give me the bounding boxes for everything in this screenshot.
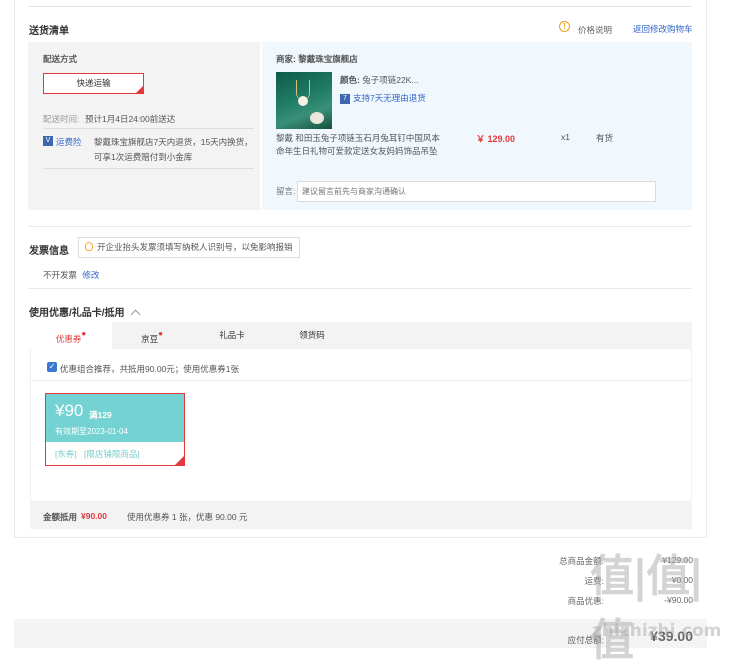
shipping-heading: 配送方式 [43, 54, 78, 64]
insurance-desc-2: 可享1次运费赔付到小金库 [94, 152, 193, 162]
discount-title: 使用优惠/礼品卡/抵用 [29, 304, 141, 320]
invoice-tip-text: 开企业抬头发票须填写纳税人识别号，以免影响报销 [97, 242, 293, 252]
tab-dot: ● [81, 329, 87, 338]
tab-jingdou[interactable]: 京豆● [112, 322, 192, 349]
tab-giftcard-label: 礼品卡 [219, 330, 245, 340]
lightbulb-icon [85, 242, 93, 251]
invoice-status: 不开发票 [43, 270, 78, 280]
coupon-condition: 满129 [89, 410, 112, 420]
tab-pickup-code[interactable]: 领货码 [272, 322, 352, 349]
delivery-time-value: 预计1月4日24:00前送达 [85, 114, 176, 124]
tab-pickup-code-label: 领货码 [299, 330, 325, 340]
discount-title-text: 使用优惠/礼品卡/抵用 [29, 308, 125, 319]
divider [30, 380, 692, 381]
product-name-line-1[interactable]: 黎戴 和田玉兔子项链玉石月兔耳钉中国风本 [276, 132, 440, 144]
divider [28, 288, 692, 289]
product-price: ￥ 129.00 [476, 134, 516, 144]
coupon-tag-1: [东券] [55, 449, 77, 459]
recommend-text: 优惠组合推荐，共抵用90.00元；使用优惠券1张 [60, 364, 239, 374]
invoice-edit-link[interactable]: 修改 [82, 270, 99, 280]
coupon-tag-2: [限店铺限商品] [84, 449, 140, 459]
message-label: 留言: [276, 186, 296, 196]
discount-total-label: 金额抵用 [43, 512, 78, 522]
tab-giftcard[interactable]: 礼品卡 [192, 322, 272, 349]
shipping-method-label: 快递运输 [76, 78, 111, 88]
divider [43, 128, 254, 129]
message-input[interactable] [297, 181, 656, 202]
chevron-up-icon[interactable] [130, 309, 141, 320]
delivery-time-label: 配送时间: [43, 114, 80, 124]
back-to-cart-link[interactable]: 返回修改购物车 [633, 23, 693, 35]
info-icon[interactable]: ! [559, 21, 570, 32]
insurance-desc-1: 黎戴珠宝旗舰店7天内退货，15天内换货， [94, 137, 253, 147]
coupon-card[interactable]: ¥90 满129 有效期至2023-01-04 [东券] [限店铺限商品] [45, 393, 185, 466]
product-qty: x1 [561, 132, 570, 142]
jade-rabbit-icon [310, 112, 324, 124]
divider [28, 226, 692, 227]
discount-total-amount: ¥90.00 [81, 511, 107, 521]
tab-coupon[interactable]: 优惠券● [30, 322, 112, 349]
store-label-text: 商家: [276, 54, 296, 64]
return-badge-icon: 7 [340, 93, 350, 104]
discount-total-desc: 使用优惠券 1 张，优惠 90.00 元 [127, 512, 248, 522]
section-title: 送货清单 [29, 26, 69, 37]
selected-corner-icon [136, 86, 143, 93]
coupon-header: ¥90 满129 有效期至2023-01-04 [46, 394, 184, 442]
watermark-logo: 值|值|值 [590, 551, 704, 666]
shipping-box [28, 42, 260, 210]
store-label: 商家: 黎戴珠宝旗舰店 [276, 53, 358, 65]
return-badge-text: 支持7天无理由退货 [353, 93, 426, 103]
divider [43, 168, 254, 169]
discount-tabs: 优惠券● 京豆● 礼品卡 领货码 [30, 322, 692, 349]
recommend-checkbox[interactable]: ✓ [47, 362, 57, 372]
price-note-link[interactable]: 价格说明 [578, 24, 612, 36]
coupon-amount: ¥90 [55, 401, 84, 420]
tab-coupon-label: 优惠券 [55, 333, 82, 344]
color-value: 兔子项链22K... [362, 75, 419, 85]
tab-jingdou-label: 京豆 [141, 333, 159, 344]
divider [28, 6, 692, 7]
store-name[interactable]: 黎戴珠宝旗舰店 [298, 54, 358, 64]
coupon-expiry: 有效期至2023-01-04 [55, 427, 128, 436]
watermark-url: zhizhizhi.com [592, 621, 722, 641]
product-name-line-2[interactable]: 命年生日礼物可爱款定送女友妈妈饰品吊坠 [276, 145, 438, 157]
product-image[interactable] [276, 72, 332, 129]
color-label: 颜色: [340, 75, 360, 85]
pendant-icon [298, 96, 308, 106]
shield-icon: V [43, 136, 53, 146]
selected-corner-icon [175, 456, 184, 465]
insurance-link[interactable]: 运费险 [56, 136, 82, 148]
invoice-tip: 开企业抬头发票须填写纳税人识别号，以免影响报销 [78, 237, 300, 258]
product-stock: 有货 [596, 133, 614, 143]
discount-total-bar: 金额抵用 ¥90.00 使用优惠券 1 张，优惠 90.00 元 [30, 502, 692, 529]
invoice-title: 发票信息 [29, 246, 69, 257]
tab-dot: ● [158, 329, 163, 338]
shipping-method-button[interactable]: 快递运输 [43, 73, 144, 94]
